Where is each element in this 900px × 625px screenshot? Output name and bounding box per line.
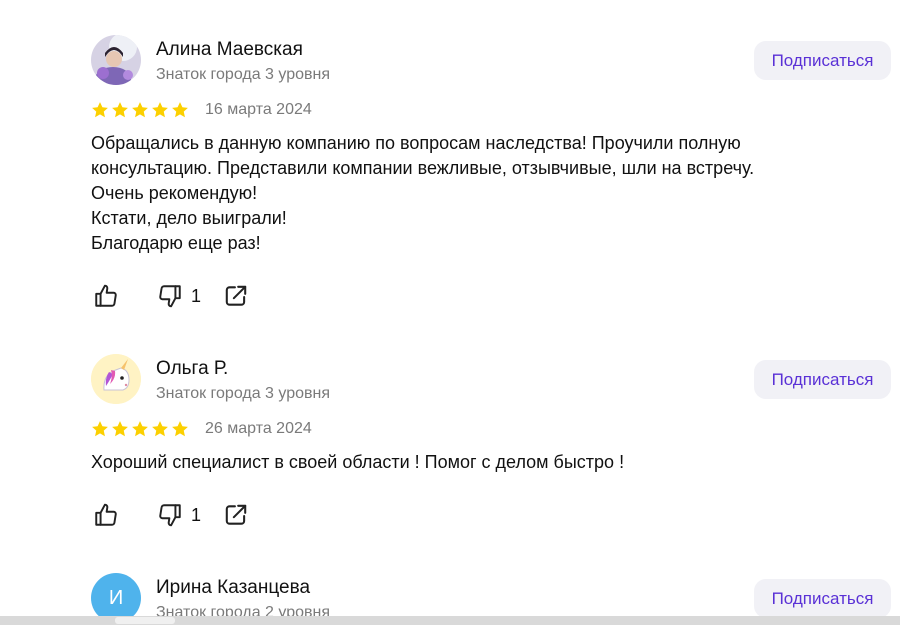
dislike-count: 1 — [191, 285, 202, 306]
star-icon — [112, 421, 128, 437]
dislike-count: 1 — [191, 504, 202, 525]
share-button[interactable] — [223, 283, 249, 309]
reviewer-level: Знаток города 3 уровня — [156, 385, 331, 402]
thumb-up-icon — [95, 503, 117, 526]
thumb-down-icon — [159, 504, 181, 527]
subscribe-button[interactable]: Подписаться — [754, 579, 891, 618]
reviewer-name[interactable]: Алина Маевская — [156, 39, 303, 61]
dislike-button[interactable]: 1 — [157, 283, 201, 309]
like-button[interactable] — [93, 502, 127, 528]
dislike-button[interactable]: 1 — [157, 502, 201, 528]
user-avatar[interactable] — [91, 354, 141, 404]
reviewer-name[interactable]: Ирина Казанцева — [156, 577, 310, 599]
review-actions: 1 — [93, 282, 249, 310]
review-text-line: Обращались в данную компанию по вопросам… — [91, 133, 741, 153]
subscribe-button[interactable]: Подписаться — [754, 41, 891, 80]
star-rating — [91, 101, 189, 119]
review-date: 26 марта 2024 — [205, 420, 312, 437]
review-text-line: Кстати, дело выиграли! — [91, 208, 287, 228]
reviewer-level: Знаток города 3 уровня — [156, 66, 331, 83]
review-actions: 1 — [93, 501, 249, 529]
rating-row: 16 марта 2024 — [91, 99, 312, 121]
review-text: Хороший специалист в своей области ! Пом… — [91, 450, 624, 475]
review-text-line: Хороший специалист в своей области ! Пом… — [91, 452, 625, 472]
horizontal-scrollbar[interactable] — [0, 616, 900, 625]
review-text-line: Очень рекомендую! — [91, 183, 258, 203]
avatar-photo — [91, 35, 141, 85]
review-text: Обращались в данную компанию по вопросам… — [91, 131, 754, 256]
star-icon — [112, 102, 128, 118]
thumb-down-icon — [159, 285, 181, 308]
star-icon — [172, 102, 188, 118]
review-date: 16 марта 2024 — [205, 101, 312, 118]
share-icon — [225, 504, 247, 525]
scrollbar-thumb[interactable] — [115, 617, 175, 624]
star-icon — [92, 421, 108, 437]
star-icon — [152, 102, 168, 118]
share-icon — [225, 285, 247, 306]
share-button[interactable] — [223, 502, 249, 528]
reviewer-name[interactable]: Ольга Р. — [156, 358, 228, 380]
review-text-line: консультацию. Представили компании вежли… — [91, 158, 755, 178]
user-avatar[interactable] — [91, 35, 141, 85]
like-button[interactable] — [93, 283, 127, 309]
star-icon — [132, 421, 148, 437]
star-rating — [91, 420, 189, 438]
thumb-up-icon — [95, 284, 117, 307]
review-text-line: Благодарю еще раз! — [91, 233, 261, 253]
rating-row: 26 марта 2024 — [91, 418, 312, 440]
unicorn-icon — [91, 354, 141, 404]
star-icon — [92, 102, 108, 118]
star-icon — [152, 421, 168, 437]
star-icon — [132, 102, 148, 118]
subscribe-button[interactable]: Подписаться — [754, 360, 891, 399]
star-icon — [172, 421, 188, 437]
